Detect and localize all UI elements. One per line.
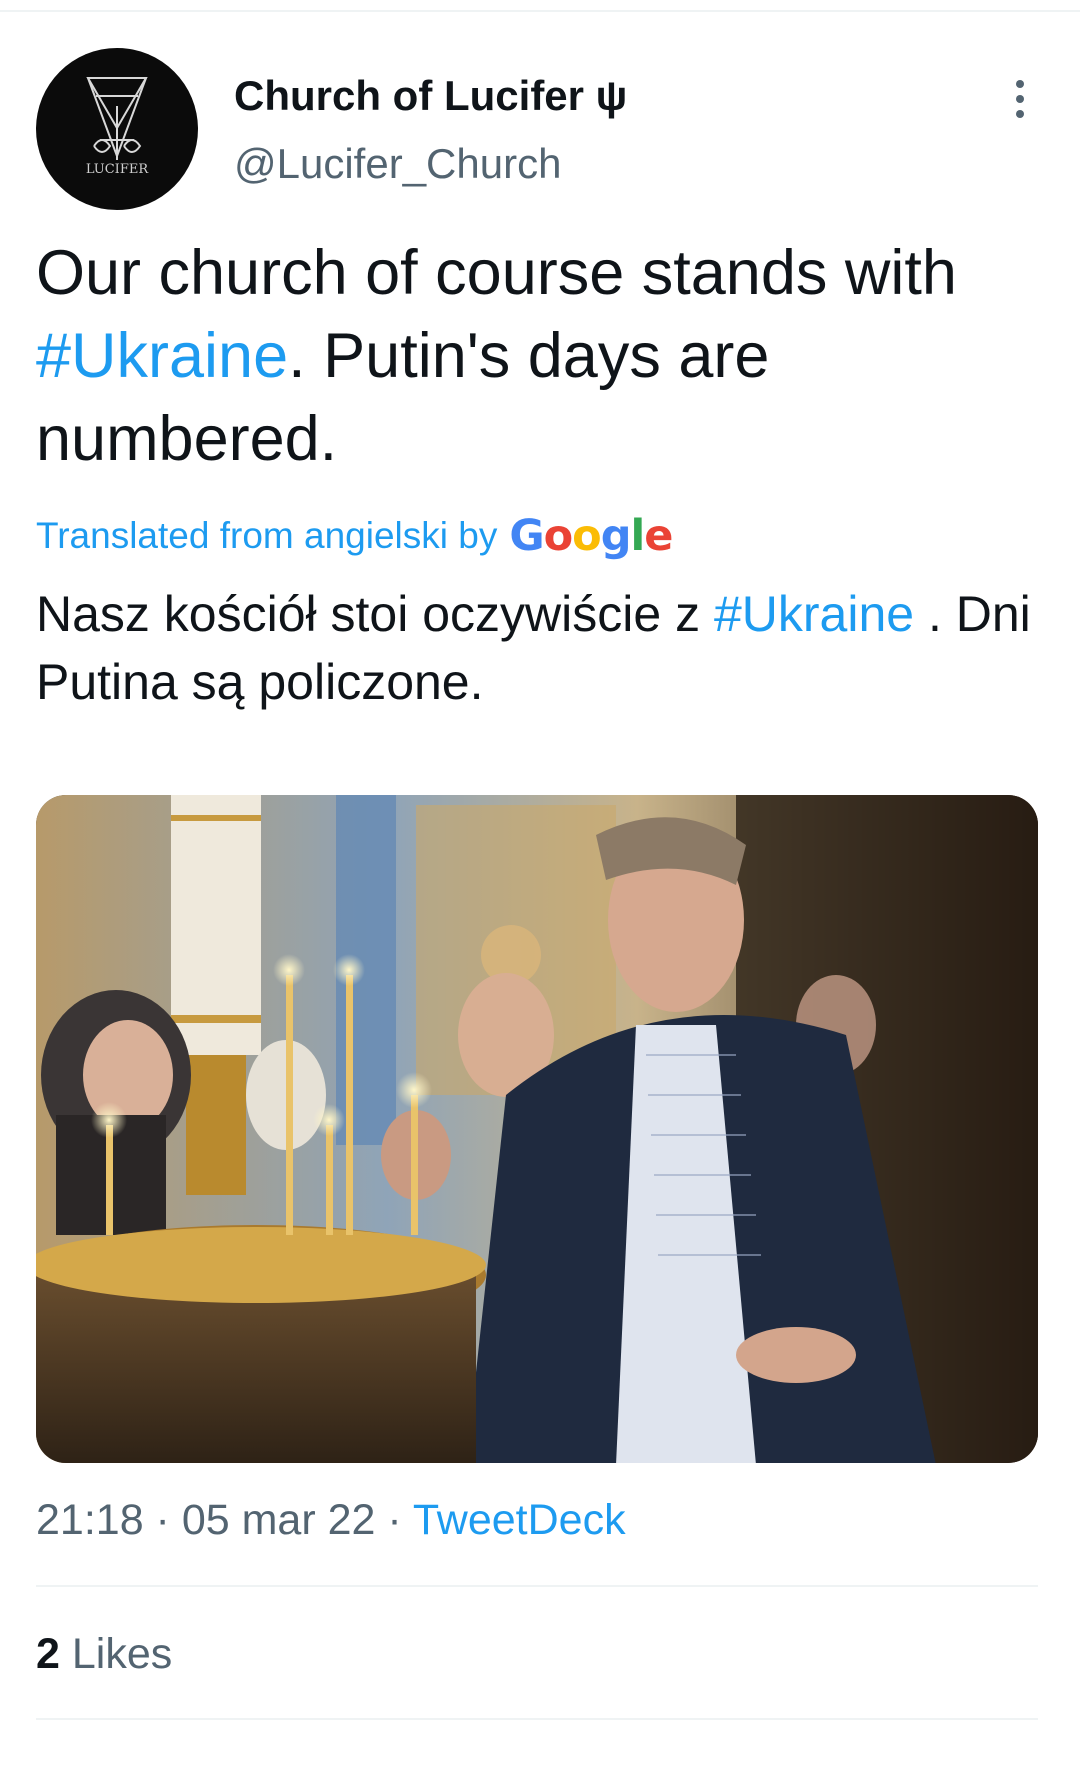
divider bbox=[36, 1718, 1038, 1720]
sigil-icon: LUCIFER bbox=[86, 77, 149, 177]
likes-link[interactable]: 2 Likes bbox=[36, 1630, 172, 1679]
likes-count: 2 bbox=[36, 1630, 60, 1678]
hashtag-link[interactable]: #Ukraine bbox=[714, 586, 914, 642]
tweet-photo[interactable] bbox=[36, 795, 1038, 1463]
more-options-button[interactable] bbox=[1000, 74, 1040, 124]
likes-label: Likes bbox=[59, 1630, 173, 1678]
user-handle[interactable]: @Lucifer_Church bbox=[234, 140, 561, 188]
google-logo: Google bbox=[509, 511, 673, 561]
tweet-detail: LUCIFER Church of Lucifer ψ @Lucifer_Chu… bbox=[0, 0, 1080, 1774]
tweet-text-part: Our church of course stands with bbox=[36, 238, 957, 308]
display-name[interactable]: Church of Lucifer ψ bbox=[234, 72, 627, 120]
photo-image bbox=[36, 795, 1038, 1463]
tweet-time[interactable]: 21:18 bbox=[36, 1496, 144, 1544]
tweet-date[interactable]: 05 mar 22 bbox=[182, 1496, 376, 1544]
translated-text-part: Nasz kościół stoi oczywiście z bbox=[36, 586, 714, 642]
tweet-source-link[interactable]: TweetDeck bbox=[413, 1496, 626, 1544]
meta-separator: · bbox=[375, 1496, 413, 1544]
more-dots-icon bbox=[1016, 80, 1024, 88]
translation-attribution[interactable]: Translated from angielski by Google bbox=[36, 508, 673, 564]
translated-label[interactable]: Translated from angielski by bbox=[36, 515, 497, 557]
meta-separator: · bbox=[143, 1496, 182, 1544]
tweet-text: Our church of course stands with #Ukrain… bbox=[36, 232, 1046, 481]
svg-text:LUCIFER: LUCIFER bbox=[86, 162, 149, 177]
avatar[interactable]: LUCIFER bbox=[36, 48, 198, 210]
divider bbox=[36, 1585, 1038, 1587]
translated-text: Nasz kościół stoi oczywiście z #Ukraine … bbox=[36, 580, 1046, 716]
hashtag-link[interactable]: #Ukraine bbox=[36, 321, 288, 391]
tweet-metadata: 21:18 · 05 mar 22 · TweetDeck bbox=[36, 1496, 626, 1545]
